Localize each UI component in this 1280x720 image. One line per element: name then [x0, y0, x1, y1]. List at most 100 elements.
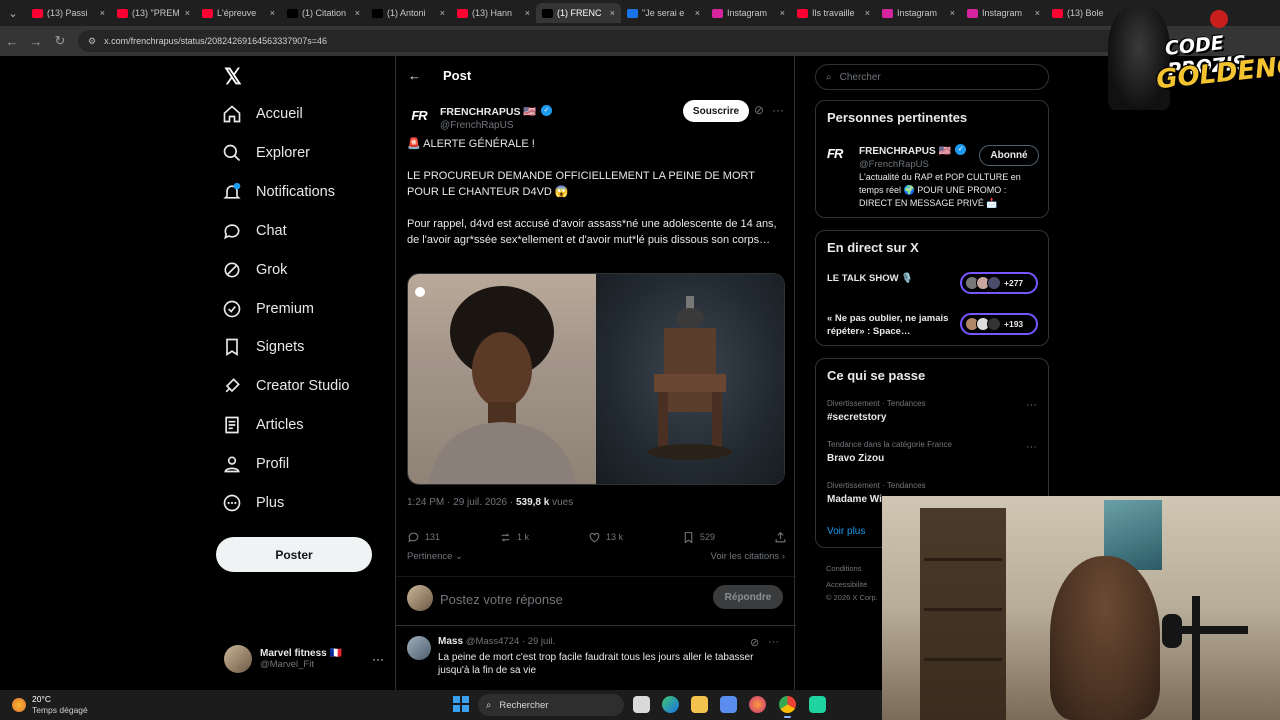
file-explorer-icon[interactable] [691, 696, 708, 713]
repost-action[interactable]: 1 k [499, 531, 529, 544]
reload-icon[interactable]: ↻ [48, 33, 72, 49]
share-action[interactable] [774, 531, 787, 544]
trend-name[interactable]: Bravo Zizou [827, 453, 884, 464]
close-tab-icon[interactable]: × [270, 8, 275, 18]
nav-item-explorer[interactable]: Explorer [222, 135, 310, 171]
show-more-link[interactable]: Voir plus [827, 526, 865, 537]
footer-link-terms[interactable]: Conditions [826, 564, 861, 573]
back-arrow-icon[interactable]: ← [408, 68, 421, 83]
nav-item-chat[interactable]: Chat [222, 213, 287, 249]
trend-name[interactable]: #secretstory [827, 412, 886, 423]
edge-icon[interactable] [662, 696, 679, 713]
more-options-icon[interactable]: ··· [772, 103, 784, 117]
commenter-name[interactable]: Mass [438, 636, 463, 647]
author-name[interactable]: FRENCHRAPUS 🇺🇸 [440, 106, 537, 118]
close-tab-icon[interactable]: × [695, 8, 700, 18]
nav-item-creator-studio[interactable]: Creator Studio [222, 368, 350, 404]
x-logo[interactable]: 𝕏 [224, 64, 242, 90]
windows-start-icon[interactable] [453, 696, 469, 712]
reply-action[interactable]: 131 [407, 531, 440, 544]
browser-tab[interactable]: (1) Citation × [281, 3, 366, 23]
reply-input[interactable] [440, 587, 700, 611]
media-image-portrait[interactable] [408, 274, 596, 484]
app-icon[interactable] [809, 696, 826, 713]
browser-tab[interactable]: L'épreuve × [196, 3, 281, 23]
nav-item-signets[interactable]: Signets [222, 329, 304, 365]
close-tab-icon[interactable]: × [610, 8, 615, 18]
post-date[interactable]: 1:24 PM · 29 juil. 2026 · [407, 497, 513, 508]
like-action[interactable]: 13 k [588, 531, 623, 544]
nav-item-plus[interactable]: Plus [222, 485, 284, 521]
forward-icon[interactable]: → [24, 34, 48, 49]
close-tab-icon[interactable]: × [440, 8, 445, 18]
footer-link-accessibility[interactable]: Accessibilité [826, 580, 867, 589]
search-icon: ⌕ [486, 699, 492, 711]
search-field[interactable]: ⌕ [815, 64, 1049, 90]
post-button[interactable]: Poster [216, 537, 372, 572]
reply-composer: Répondre [396, 576, 796, 626]
live-listeners-pill[interactable]: +193 [960, 313, 1038, 335]
trend-name[interactable]: Madame Wi [827, 494, 882, 505]
live-listeners-pill[interactable]: +277 [960, 272, 1038, 294]
firefox-icon[interactable] [749, 696, 766, 713]
close-tab-icon[interactable]: × [950, 8, 955, 18]
weather-widget[interactable]: 20°C Temps dégagé [12, 694, 88, 716]
close-tab-icon[interactable]: × [185, 8, 190, 18]
bookmark-action[interactable]: 529 [682, 531, 715, 544]
grok-icon[interactable]: ⊘ [750, 636, 759, 649]
nav-item-profil[interactable]: Profil [222, 446, 289, 482]
browser-tab[interactable]: (13) Hann × [451, 3, 536, 23]
close-tab-icon[interactable]: × [525, 8, 530, 18]
close-tab-icon[interactable]: × [780, 8, 785, 18]
url-field[interactable]: ⚙ x.com/frenchrapus/status/2082426916456… [78, 30, 1118, 52]
nav-item-accueil[interactable]: Accueil [222, 96, 303, 132]
close-tab-icon[interactable]: × [865, 8, 870, 18]
tab-list-menu-icon[interactable]: ⌄ [0, 0, 26, 26]
browser-tab[interactable]: "Je serai e × [621, 3, 706, 23]
person-handle[interactable]: @FrenchRapUS [859, 159, 966, 170]
account-switcher[interactable]: Marvel fitness 🇫🇷 @Marvel_Fit ··· [224, 641, 384, 677]
close-tab-icon[interactable]: × [100, 8, 105, 18]
sort-dropdown[interactable]: Pertinence ⌄ [407, 551, 463, 562]
back-icon[interactable]: ← [0, 34, 24, 49]
view-quotes-link[interactable]: Voir les citations › [711, 551, 785, 562]
browser-tab[interactable]: (13) "PREM × [111, 3, 196, 23]
person-name[interactable]: FRENCHRAPUS 🇺🇸 [859, 146, 951, 157]
grok-icon[interactable]: ⊘ [754, 103, 764, 117]
more-options-icon[interactable]: ··· [1026, 399, 1037, 411]
store-icon[interactable] [720, 696, 737, 713]
author-handle[interactable]: @FrenchRapUS [440, 120, 552, 131]
close-tab-icon[interactable]: × [355, 8, 360, 18]
browser-tab[interactable]: Instagram × [706, 3, 791, 23]
live-item-title[interactable]: LE TALK SHOW 🎙️ [827, 272, 955, 285]
live-item-title[interactable]: « Ne pas oublier, ne jamais répéter» : S… [827, 312, 955, 338]
browser-tab[interactable]: (1) Antoni × [366, 3, 451, 23]
more-options-icon[interactable]: ··· [768, 636, 779, 648]
browser-tab[interactable]: Ils travaille × [791, 3, 876, 23]
person-avatar[interactable]: FR [827, 145, 843, 163]
subscribe-button[interactable]: Souscrire [683, 100, 749, 122]
nav-item-notifications[interactable]: Notifications [222, 174, 335, 210]
more-icon[interactable]: ··· [372, 652, 384, 666]
browser-tab[interactable]: (13) Passi × [26, 3, 111, 23]
nav-item-grok[interactable]: Grok [222, 252, 287, 288]
nav-item-premium[interactable]: Premium [222, 291, 314, 327]
post-media[interactable] [407, 273, 785, 485]
browser-tab[interactable]: Instagram × [876, 3, 961, 23]
reply-button[interactable]: Répondre [713, 585, 783, 609]
author-avatar[interactable]: FR [406, 102, 432, 128]
site-info-icon[interactable]: ⚙ [88, 36, 96, 47]
following-button[interactable]: Abonné [979, 145, 1039, 166]
search-input[interactable] [839, 71, 1020, 83]
media-image-electric-chair[interactable] [596, 274, 784, 484]
chrome-icon[interactable] [779, 696, 796, 718]
browser-tab[interactable]: (1) FRENC × [536, 3, 621, 23]
browser-tab[interactable]: Instagram × [961, 3, 1046, 23]
taskbar-search[interactable]: ⌕ Rechercher [478, 694, 624, 716]
task-view-icon[interactable] [633, 696, 650, 713]
nav-item-articles[interactable]: Articles [222, 407, 304, 443]
close-tab-icon[interactable]: × [1035, 8, 1040, 18]
windows-taskbar: 20°C Temps dégagé ⌕ Rechercher [0, 690, 882, 720]
commenter-avatar[interactable] [407, 636, 431, 660]
more-options-icon[interactable]: ··· [1026, 441, 1037, 453]
